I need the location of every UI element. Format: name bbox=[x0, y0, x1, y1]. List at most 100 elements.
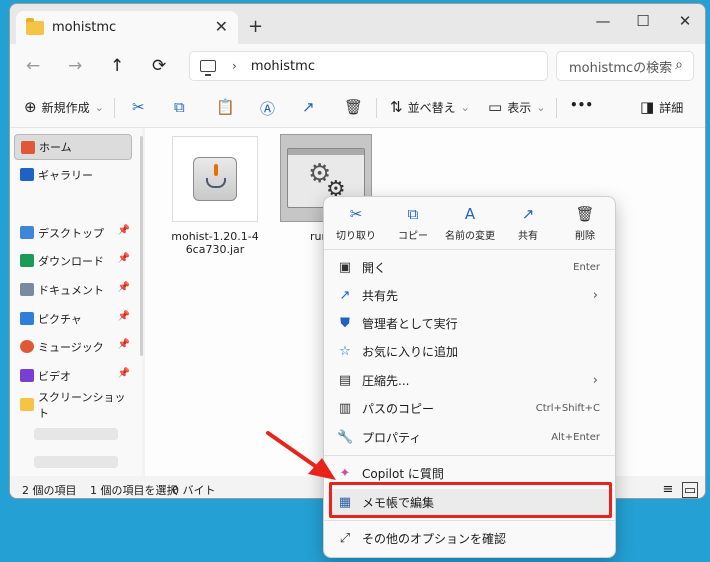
file-name: mohist-1.20.1-46ca730.jar bbox=[171, 230, 259, 256]
tiles-view-icon[interactable]: ▭ bbox=[682, 482, 698, 498]
cut-button[interactable]: ✂ bbox=[132, 98, 145, 116]
pin-icon[interactable]: 📌 bbox=[118, 311, 130, 322]
menu-item-open[interactable]: ▣ 開く Enter bbox=[328, 254, 611, 281]
tab-mohistmc[interactable]: mohistmc ✕ bbox=[16, 11, 238, 44]
minimize-button[interactable]: — bbox=[588, 12, 618, 30]
share-icon: ↗ bbox=[339, 288, 351, 303]
tab-title: mohistmc bbox=[52, 20, 117, 35]
ctx-share-button[interactable]: ↗ 共有 bbox=[499, 205, 557, 242]
copy-icon: ⧉ bbox=[407, 205, 419, 223]
chevron-down-icon: ⌄ bbox=[536, 100, 546, 114]
navigation-pane: ホーム ギャラリー デスクトップ 📌 ダウンロード 📌 ドキュメント 📌 ピクチ… bbox=[10, 128, 143, 476]
ctx-rename-button[interactable]: A 名前の変更 bbox=[441, 205, 499, 242]
java-jar-icon bbox=[193, 157, 237, 201]
copy-button[interactable]: ⧉ bbox=[174, 98, 185, 116]
new-button[interactable]: ⊕ 新規作成 ⌄ bbox=[24, 98, 104, 116]
shield-icon: ⛊ bbox=[340, 316, 350, 331]
menu-item-share-to[interactable]: ↗ 共有先 › bbox=[328, 282, 611, 309]
menu-item-label: 開く bbox=[362, 261, 387, 275]
sidebar-scrollbar[interactable] bbox=[140, 136, 143, 356]
view-label: 表示 bbox=[507, 100, 532, 115]
tab-close-icon[interactable]: ✕ bbox=[215, 17, 228, 36]
pin-icon[interactable]: 📌 bbox=[118, 368, 130, 379]
blurred-item bbox=[34, 428, 118, 440]
trash-icon: 🗑 bbox=[344, 98, 364, 116]
copy-icon: ⧉ bbox=[174, 98, 185, 116]
breadcrumb-chevron-icon: › bbox=[232, 59, 237, 73]
menu-item-copy-path[interactable]: ▥ パスのコピー Ctrl+Shift+C bbox=[328, 395, 611, 422]
delete-button[interactable]: 🗑 bbox=[344, 98, 363, 116]
more-options-icon: ⤢ bbox=[339, 531, 351, 546]
search-placeholder: mohistmcの検索 bbox=[569, 60, 673, 76]
pin-icon[interactable]: 📌 bbox=[118, 225, 130, 236]
home-icon bbox=[21, 141, 35, 154]
pin-icon[interactable]: 📌 bbox=[118, 282, 130, 293]
sidebar-item-label: スクリーンショット bbox=[38, 391, 126, 420]
music-icon bbox=[20, 340, 34, 353]
address-bar-row: ← → ↑ ⟳ › mohistmc mohistmcの検索 ⌕ bbox=[10, 44, 705, 88]
sidebar-item-label: ダウンロード bbox=[38, 255, 104, 268]
sort-button[interactable]: ⇅ 並べ替え ⌄ bbox=[390, 98, 470, 116]
file-item-jar[interactable]: mohist-1.20.1-46ca730.jar bbox=[169, 136, 261, 256]
new-tab-button[interactable]: + bbox=[248, 16, 263, 37]
more-button[interactable]: ••• bbox=[570, 98, 593, 112]
sidebar-item-pictures[interactable]: ピクチャ 📌 bbox=[14, 306, 132, 332]
paste-button[interactable]: 📋 bbox=[216, 98, 235, 116]
submenu-chevron-icon: › bbox=[592, 288, 598, 303]
rename-button[interactable]: Ⓐ bbox=[260, 98, 275, 119]
wrench-icon: 🔧 bbox=[337, 430, 354, 445]
share-button[interactable]: ↗ bbox=[302, 98, 315, 116]
pin-icon[interactable]: 📌 bbox=[118, 339, 130, 350]
breadcrumb-folder[interactable]: mohistmc bbox=[251, 59, 315, 74]
rename-icon: Ⓐ bbox=[260, 100, 276, 118]
sidebar-item-downloads[interactable]: ダウンロード 📌 bbox=[14, 248, 132, 274]
menu-item-label: 共有先 bbox=[362, 289, 399, 303]
details-view-icon[interactable]: ≡ bbox=[660, 482, 676, 498]
rename-icon: A bbox=[464, 205, 476, 223]
pin-icon[interactable]: 📌 bbox=[118, 253, 130, 264]
copilot-icon: ✦ bbox=[339, 466, 351, 481]
view-button[interactable]: ▭ 表示 ⌄ bbox=[488, 98, 545, 116]
menu-item-label: 管理者として実行 bbox=[362, 317, 458, 331]
ctx-cut-button[interactable]: ✂ 切り取り bbox=[327, 205, 385, 242]
menu-item-more-options[interactable]: ⤢ その他のオプションを確認 bbox=[328, 525, 611, 552]
details-button[interactable]: ◨ 詳細 bbox=[640, 98, 683, 116]
scissors-icon: ✂ bbox=[132, 98, 145, 116]
menu-item-properties[interactable]: 🔧 プロパティ Alt+Enter bbox=[328, 424, 611, 451]
sidebar-item-music[interactable]: ミュージック 📌 bbox=[14, 334, 132, 360]
ctx-delete-button[interactable]: 🗑 削除 bbox=[556, 205, 614, 242]
toolbar-divider bbox=[114, 98, 115, 118]
document-icon bbox=[20, 283, 34, 296]
sidebar-item-documents[interactable]: ドキュメント 📌 bbox=[14, 277, 132, 303]
back-icon[interactable]: ← bbox=[26, 56, 40, 76]
forward-icon[interactable]: → bbox=[68, 56, 82, 76]
ctx-rename-label: 名前の変更 bbox=[445, 231, 495, 242]
menu-item-label: Copilot に質問 bbox=[362, 467, 444, 481]
up-icon[interactable]: ↑ bbox=[110, 56, 124, 76]
sidebar-item-gallery[interactable]: ギャラリー bbox=[14, 162, 132, 188]
sidebar-item-home[interactable]: ホーム bbox=[14, 134, 132, 160]
sidebar-item-desktop[interactable]: デスクトップ 📌 bbox=[14, 220, 132, 246]
menu-divider bbox=[324, 455, 615, 456]
menu-item-run-as-admin[interactable]: ⛊ 管理者として実行 bbox=[328, 310, 611, 337]
details-pane-icon: ◨ bbox=[640, 98, 655, 116]
menu-item-label: パスのコピー bbox=[362, 402, 435, 416]
maximize-button[interactable]: ☐ bbox=[628, 12, 658, 30]
menu-item-compress[interactable]: ▤ 圧縮先... › bbox=[328, 367, 611, 394]
sidebar-item-videos[interactable]: ビデオ 📌 bbox=[14, 363, 132, 389]
refresh-icon[interactable]: ⟳ bbox=[152, 56, 166, 76]
scissors-icon: ✂ bbox=[349, 205, 363, 223]
plus-circle-icon: ⊕ bbox=[24, 98, 37, 116]
desktop-icon bbox=[20, 226, 34, 239]
close-button[interactable]: ✕ bbox=[670, 12, 700, 30]
menu-item-add-favorite[interactable]: ☆ お気に入りに追加 bbox=[328, 338, 611, 365]
menu-item-label: お気に入りに追加 bbox=[362, 345, 459, 359]
sidebar-item-label: ミュージック bbox=[38, 341, 104, 354]
sidebar-item-screenshots[interactable]: スクリーンショット bbox=[14, 391, 132, 420]
ctx-copy-button[interactable]: ⧉ コピー bbox=[384, 205, 442, 242]
video-icon bbox=[20, 369, 34, 382]
file-thumbnail bbox=[172, 136, 258, 222]
quick-actions-row: ✂ 切り取り ⧉ コピー A 名前の変更 ↗ 共有 🗑 削除 bbox=[324, 197, 615, 249]
search-input[interactable]: mohistmcの検索 ⌕ bbox=[556, 51, 694, 81]
address-input[interactable]: › mohistmc bbox=[189, 51, 548, 81]
